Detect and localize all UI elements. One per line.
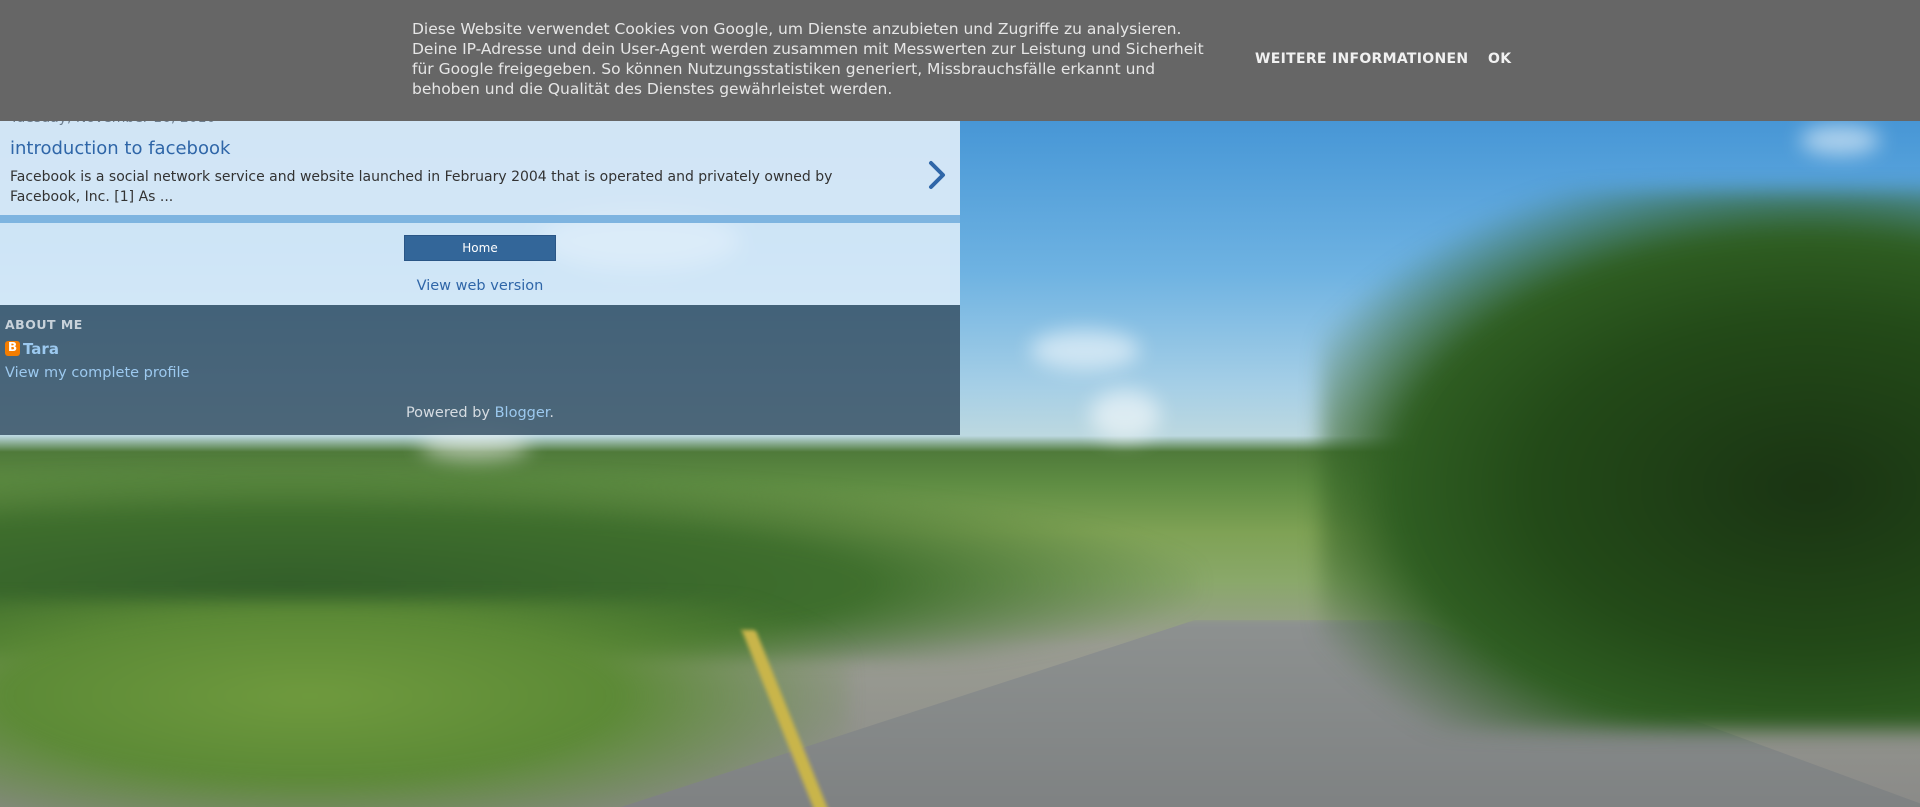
powered-by: Powered by Blogger. (0, 405, 960, 421)
blogger-icon (5, 340, 20, 356)
chevron-right-icon[interactable] (926, 160, 948, 190)
home-button[interactable]: Home (404, 235, 556, 261)
view-web-version-link[interactable]: View web version (417, 278, 544, 294)
main-column: Tuesday, November 16, 2010 introduction … (0, 100, 960, 435)
mobile-nav: Home View web version (0, 223, 960, 305)
post-title-link[interactable]: introduction to facebook (10, 138, 230, 159)
about-heading: ABOUT ME (5, 317, 83, 332)
ok-button[interactable]: OK (1488, 51, 1511, 67)
view-profile-link[interactable]: View my complete profile (5, 365, 189, 381)
more-info-link[interactable]: WEITERE INFORMATIONEN (1255, 51, 1468, 67)
cookie-banner: Diese Website verwendet Cookies von Goog… (0, 0, 1920, 121)
powered-by-text: Powered by (405, 405, 490, 421)
cookie-message: Diese Website verwendet Cookies von Goog… (412, 20, 1204, 98)
profile-row: Tara (5, 338, 59, 358)
blogger-link[interactable]: Blogger (495, 405, 550, 421)
post-snippet: Facebook is a social network service and… (10, 169, 833, 205)
profile-name-link[interactable]: Tara (23, 340, 59, 358)
web-version-row: View web version (0, 275, 960, 294)
powered-by-period: . (549, 405, 555, 421)
about-me-section: ABOUT ME Tara View my complete profile P… (0, 305, 960, 435)
